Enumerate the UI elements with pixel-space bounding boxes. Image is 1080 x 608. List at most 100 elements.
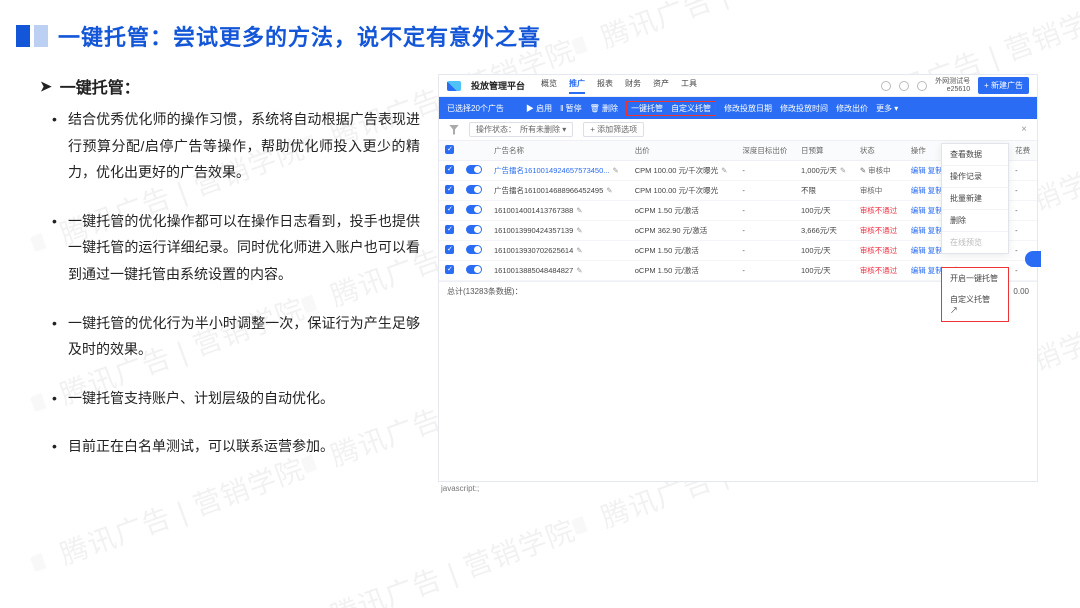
- row-checkbox[interactable]: [445, 185, 454, 194]
- col-cost: 花费: [1009, 141, 1037, 161]
- edit-icon[interactable]: ✎: [613, 166, 619, 175]
- row-checkbox[interactable]: [445, 245, 454, 254]
- edit-icon[interactable]: ✎: [606, 186, 612, 195]
- cell-status: 审核中: [854, 181, 905, 201]
- modify-time-button[interactable]: 修改投放时间: [780, 103, 828, 114]
- dropdown-item-custom-trust[interactable]: 自定义托管 ↗: [942, 289, 1008, 321]
- row-edit-link[interactable]: 编辑 复制: [911, 166, 943, 175]
- cell-bid: oCPM 1.50 元/激活: [629, 261, 737, 281]
- cell-adname: 1610013990424357139✎: [488, 221, 629, 241]
- dropdown-item-delete[interactable]: 删除: [942, 210, 1008, 232]
- row-edit-link[interactable]: 编辑 复制: [911, 266, 943, 275]
- edit-icon[interactable]: ✎: [576, 246, 582, 255]
- cell-budget: 100元/天: [795, 261, 854, 281]
- screenshot-panel: 投放管理平台 概览 推广 报表 财务 资产 工具 外网测试号 e25610: [438, 74, 1038, 482]
- cell-adname[interactable]: 广告擂名1610014924657573450...✎: [488, 161, 629, 181]
- edit-icon[interactable]: ✎: [840, 166, 846, 175]
- row-toggle[interactable]: [466, 165, 482, 174]
- funnel-icon[interactable]: [449, 125, 459, 135]
- pause-button[interactable]: ‖ 暂停: [560, 103, 582, 114]
- bulk-action-bar: 已选择20个广告 ▶ 启用 ‖ 暂停 🗑 删除 一键托管 自定义托管 修改投放日…: [439, 97, 1037, 119]
- dropdown-item-view-data[interactable]: 查看数据: [942, 144, 1008, 166]
- nav-assets[interactable]: 资产: [653, 78, 669, 94]
- more-button[interactable]: 更多 ▾: [876, 103, 898, 114]
- row-toggle[interactable]: [466, 245, 482, 254]
- row-checkbox[interactable]: [445, 225, 454, 234]
- cell-bid: oCPM 1.50 元/激活: [629, 241, 737, 261]
- row-edit-link[interactable]: 编辑 复制: [911, 186, 943, 195]
- bullet-list: 结合优秀优化师的操作习惯，系统将自动根据广告表现进行预算分配/启停广告等操作，帮…: [40, 106, 420, 460]
- modify-date-button[interactable]: 修改投放日期: [724, 103, 772, 114]
- message-icon[interactable]: [917, 81, 927, 91]
- row-toggle[interactable]: [466, 225, 482, 234]
- edit-icon[interactable]: ✎: [576, 266, 582, 275]
- js-href-label: javascript:;: [441, 484, 479, 493]
- floating-help-icon[interactable]: [1025, 251, 1041, 267]
- cell-adname: 1610013930702625614✎: [488, 241, 629, 261]
- enable-button[interactable]: ▶ 启用: [526, 103, 552, 114]
- trust-dropdown-highlight: 开启一键托管 自定义托管 ↗: [941, 267, 1009, 322]
- cell-bid: CPM 100.00 元/千次曝光: [629, 181, 737, 201]
- onekey-trust-button[interactable]: 一键托管: [631, 103, 663, 114]
- row-toggle[interactable]: [466, 185, 482, 194]
- bullet-item: 结合优秀优化师的操作习惯，系统将自动根据广告表现进行预算分配/启停广告等操作，帮…: [68, 106, 420, 186]
- nav-report[interactable]: 报表: [597, 78, 613, 94]
- nav-overview[interactable]: 概览: [541, 78, 557, 94]
- row-edit-link[interactable]: 编辑 复制: [911, 206, 943, 215]
- cell-status: 审核不通过: [854, 201, 905, 221]
- new-ad-button[interactable]: + 新建广告: [978, 77, 1029, 94]
- row-edit-link[interactable]: 编辑 复制: [911, 226, 943, 235]
- col-bid: 出价: [629, 141, 737, 161]
- dropdown-item-enable-onekey[interactable]: 开启一键托管: [942, 268, 1008, 289]
- filter-chip[interactable]: 操作状态： 所有未删除 ▾: [469, 122, 573, 137]
- account-label[interactable]: 外网测试号 e25610: [935, 78, 970, 93]
- cell-deepbid: -: [736, 181, 795, 201]
- nav-tools[interactable]: 工具: [681, 78, 697, 94]
- row-toggle[interactable]: [466, 205, 482, 214]
- help-icon[interactable]: [881, 81, 891, 91]
- title-decoration: [16, 25, 48, 47]
- row-checkbox[interactable]: [445, 205, 454, 214]
- section-heading: ➤ 一键托管：: [40, 74, 420, 98]
- modify-bid-button[interactable]: 修改出价: [836, 103, 868, 114]
- slide-title: 一键托管：尝试更多的方法，说不定有意外之喜: [58, 20, 541, 52]
- add-filter-button[interactable]: + 添加筛选项: [583, 122, 644, 137]
- row-more-dropdown: 查看数据 操作记录 批量新建 删除 在线预览: [941, 143, 1009, 254]
- close-filter-icon[interactable]: ×: [1021, 124, 1027, 135]
- row-checkbox[interactable]: [445, 165, 454, 174]
- chevron-right-icon: ➤: [40, 78, 52, 95]
- slide-title-row: 一键托管：尝试更多的方法，说不定有意外之喜: [16, 20, 1050, 52]
- edit-icon[interactable]: ✎: [721, 166, 727, 175]
- custom-trust-button[interactable]: 自定义托管: [671, 103, 711, 114]
- nav-finance[interactable]: 财务: [625, 78, 641, 94]
- cell-cost: -: [1009, 221, 1037, 241]
- row-checkbox[interactable]: [445, 265, 454, 274]
- row-edit-link[interactable]: 编辑 复制: [911, 246, 943, 255]
- dropdown-item-batch-new[interactable]: 批量新建: [942, 188, 1008, 210]
- bullet-item: 一键托管的优化行为半小时调整一次，保证行为产生足够及时的效果。: [68, 310, 420, 363]
- cell-deepbid: -: [736, 241, 795, 261]
- edit-icon[interactable]: ✎: [576, 226, 582, 235]
- cell-adname: 1610014001413767388✎: [488, 201, 629, 221]
- app-logo-icon: [447, 81, 461, 91]
- footer-total-label: 总计(13283条数据)：: [447, 286, 523, 297]
- filter-chip-value: 所有未删除 ▾: [520, 124, 566, 135]
- col-status: 状态: [854, 141, 905, 161]
- select-all-checkbox[interactable]: [445, 145, 454, 154]
- edit-icon[interactable]: ✎: [576, 206, 582, 215]
- cell-budget: 100元/天: [795, 201, 854, 221]
- dropdown-item-op-log[interactable]: 操作记录: [942, 166, 1008, 188]
- left-text-column: ➤ 一键托管： 结合优秀优化师的操作习惯，系统将自动根据广告表现进行预算分配/启…: [40, 74, 420, 482]
- app-topbar: 投放管理平台 概览 推广 报表 财务 资产 工具 外网测试号 e25610: [439, 75, 1037, 97]
- cell-status: 审核不通过: [854, 261, 905, 281]
- cell-deepbid: -: [736, 261, 795, 281]
- bullet-item: 一键托管的优化操作都可以在操作日志看到，投手也提供一键托管的运行详细纪录。同时优…: [68, 208, 420, 288]
- footer-cost: 0.00: [1013, 287, 1029, 296]
- notification-icon[interactable]: [899, 81, 909, 91]
- nav-promote[interactable]: 推广: [569, 78, 585, 94]
- delete-button[interactable]: 🗑 删除: [590, 103, 618, 114]
- row-toggle[interactable]: [466, 265, 482, 274]
- cell-cost: -: [1009, 161, 1037, 181]
- bullet-item: 目前正在白名单测试，可以联系运营参加。: [68, 433, 420, 460]
- cell-cost: -: [1009, 201, 1037, 221]
